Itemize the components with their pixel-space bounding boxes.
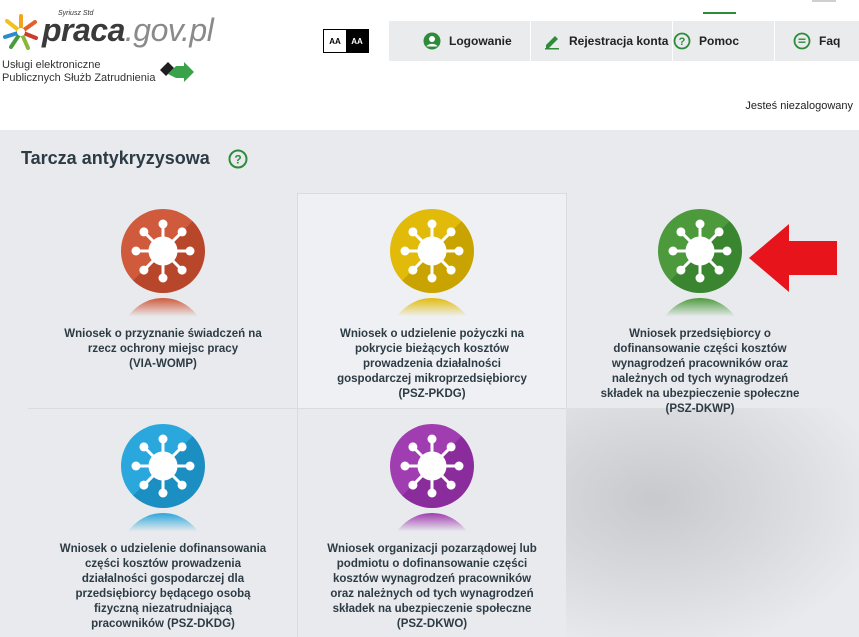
tile-icon-reflection (390, 513, 474, 533)
tile-label[interactable]: Wniosek przedsiębiorcy o dofinansowanie c… (580, 327, 820, 417)
empty-cell-shadow (566, 408, 859, 637)
page-title: Tarcza antykryzysowa ? (21, 148, 248, 169)
tile-label-line: prowadzenia działalności (362, 358, 502, 370)
svg-text:?: ? (234, 152, 241, 166)
help-icon: ? (673, 32, 691, 50)
red-arrow-icon (749, 224, 837, 292)
tile-label-line: części kosztów prowadzenia (85, 558, 241, 570)
contrast-switch[interactable]: AA AA (323, 29, 369, 53)
chat-icon (793, 32, 811, 50)
tile-label-line: należnych od tych wynagrodzeń (611, 373, 789, 385)
tile-label-line: składek na ubezpieczenie społeczne (600, 388, 800, 400)
brand-name: praca.gov.pl (42, 12, 214, 48)
tile-icon-reflection (121, 298, 205, 318)
tile-label-line: oraz należnych od tych wynagrodzeń (330, 588, 534, 600)
tile-label-line: składek na ubezpieczenie społeczne (332, 603, 532, 615)
tile-label-line: (PSZ-DKWP) (665, 403, 735, 415)
tile-icon-circle[interactable] (390, 209, 474, 293)
help-icon[interactable]: ? (228, 149, 248, 169)
tile-label-line: rzecz ochrony miejsc pracy (87, 343, 239, 355)
main-nav: Logowanie Rejestracja konta ? Pomoc Faq (389, 21, 859, 61)
tile-label-line: Wniosek przedsiębiorcy o (629, 328, 771, 340)
nav-faq[interactable]: Faq (775, 21, 859, 61)
virus-icon (400, 219, 464, 283)
tile-label-line: Wniosek o udzielenie pożyczki na (339, 328, 525, 340)
tile-icon-reflection (658, 298, 742, 318)
praca-gov-logo[interactable]: Syriusz Std praca.gov.pl (0, 6, 214, 58)
tile-label-line: działalności gospodarczej dla (81, 573, 245, 585)
tile-label-line: fizyczną niezatrudniającą (93, 603, 233, 615)
tile-label-line: pracowników (PSZ-DKDG) (91, 618, 235, 630)
nav-register[interactable]: Rejestracja konta (531, 21, 672, 61)
tile-label[interactable]: Wniosek organizacji pozarządowej lub podm… (312, 542, 552, 632)
virus-icon (131, 434, 195, 498)
tile-label[interactable]: Wniosek o udzielenie dofinansowania częśc… (43, 542, 283, 632)
nav-accent-right (812, 0, 836, 2)
virus-icon (668, 219, 732, 283)
tile-icon-reflection (390, 298, 474, 318)
tile-icon-circle[interactable] (390, 424, 474, 508)
tile-icon-circle[interactable] (121, 424, 205, 508)
psz-logo-icon (160, 62, 194, 82)
tile-label-line: Wniosek o przyznanie świadczeń na (64, 328, 262, 340)
nav-help[interactable]: ? Pomoc (673, 21, 774, 61)
contrast-normal-button[interactable]: AA (324, 30, 346, 52)
svg-text:?: ? (679, 36, 686, 48)
virus-icon (131, 219, 195, 283)
nav-login[interactable]: Logowanie (389, 21, 530, 61)
site-subtitle: Usługi elektroniczne Publicznych Służb Z… (2, 59, 156, 84)
tile-label-line: podmiotu o dofinansowanie części (336, 558, 528, 570)
tile-label-line: Wniosek organizacji pozarządowej lub (327, 543, 537, 555)
contrast-high-button[interactable]: AA (346, 30, 368, 52)
tile-label-line: (PSZ-DKWO) (396, 618, 468, 630)
tile-label-line: wynagrodzeń pracowników oraz (611, 358, 789, 370)
tile-label-line: Wniosek o udzielenie dofinansowania (59, 543, 267, 555)
tile-icon-circle[interactable] (658, 209, 742, 293)
logo-burst-icon (3, 14, 38, 50)
nav-accent-line (703, 12, 736, 14)
tile-label-line: kosztów wynagrodzeń pracowników (332, 573, 532, 585)
tile-icon-reflection (121, 513, 205, 533)
user-icon (423, 32, 441, 50)
header: Syriusz Std praca.gov.pl Usługi elektron… (0, 0, 859, 130)
tile-label[interactable]: Wniosek o przyznanie świadczeń na rzecz o… (48, 327, 278, 372)
login-status: Jesteś niezalogowany (745, 100, 853, 112)
pencil-icon (545, 36, 559, 50)
tile-label-line: (PSZ-PKDG) (398, 388, 466, 400)
tile-icon-circle[interactable] (121, 209, 205, 293)
tile-label-line: dofinansowanie części kosztów (613, 343, 787, 355)
tile-label-line: (VIA-WOMP) (129, 358, 197, 370)
virus-icon (400, 434, 464, 498)
tile-label-line: przedsiębiorcy będącego osobą (75, 588, 251, 600)
tile-label[interactable]: Wniosek o udzielenie pożyczki na pokrycie… (317, 327, 547, 402)
tile-label-line: gospodarczej mikroprzedsiębiorcy (337, 373, 527, 385)
tile-label-line: pokrycie bieżących kosztów (354, 343, 510, 355)
